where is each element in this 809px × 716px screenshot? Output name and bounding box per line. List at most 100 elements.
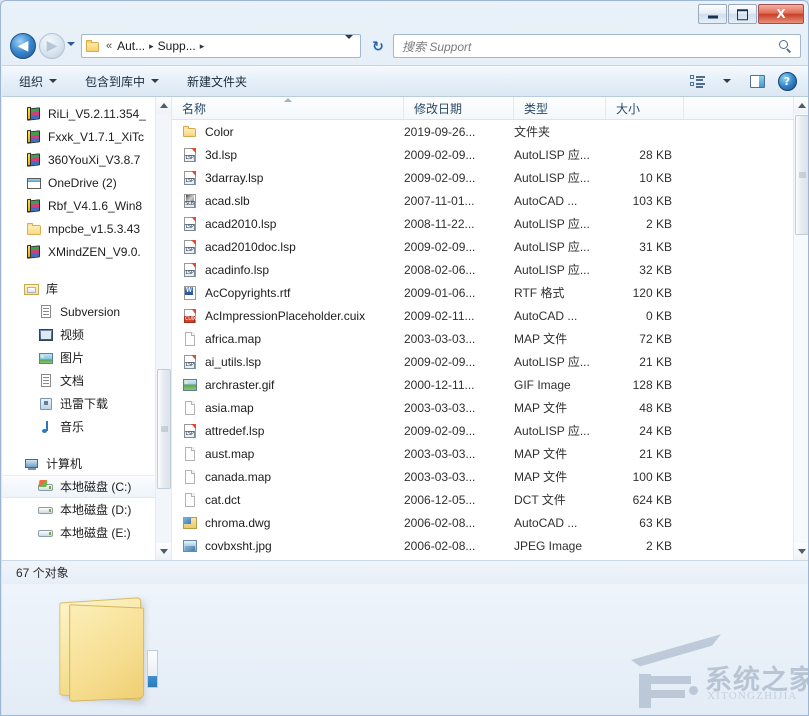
file-name-cell: LSP3darray.lsp (172, 170, 404, 186)
table-row[interactable]: chroma.dwg2006-02-08...AutoCAD ...63 KB (172, 511, 793, 534)
sidebar-item-d[interactable]: 本地磁盘 (D:) (2, 498, 157, 521)
table-row[interactable]: LSPacadinfo.lsp2008-02-06...AutoLISP 应..… (172, 258, 793, 281)
table-row[interactable]: LSPattredef.lsp2009-02-09...AutoLISP 应..… (172, 419, 793, 442)
sidebar-item-rbf-v4-1-6-win8[interactable]: Rbf_V4.1.6_Win8 (2, 194, 157, 217)
sidebar-item-360youxi-v3-8-7[interactable]: 360YouXi_V3.8.7 (2, 148, 157, 171)
minimize-button[interactable] (698, 4, 727, 24)
breadcrumb-chevron-1[interactable]: ▸ (198, 41, 207, 52)
lsp-file-icon: LSP (182, 354, 198, 370)
file-size-cell: 103 KB (606, 194, 684, 208)
refresh-button[interactable]: ↻ (367, 35, 389, 57)
video-icon (38, 327, 54, 343)
scroll-up-button[interactable] (794, 97, 809, 114)
sidebar-item-[interactable]: 迅雷下载 (2, 392, 157, 415)
back-button[interactable]: ◀ (10, 33, 36, 59)
table-row[interactable]: WAcCopyrights.rtf2009-01-06...RTF 格式120 … (172, 281, 793, 304)
dwg-file-icon (182, 515, 198, 531)
column-header-name[interactable]: 名称 (172, 97, 404, 119)
site-watermark: 系统之家 XITONGZHIJIA (631, 652, 801, 714)
breadcrumb-overflow-icon[interactable]: « (103, 41, 115, 52)
file-name-cell: asia.map (172, 400, 404, 416)
table-row[interactable]: LSP3d.lsp2009-02-09...AutoLISP 应...28 KB (172, 143, 793, 166)
column-header-type[interactable]: 类型 (514, 97, 606, 119)
scroll-down-button[interactable] (156, 543, 172, 560)
scroll-up-button[interactable] (156, 97, 172, 114)
page-file-icon (182, 492, 198, 508)
scrollbar-thumb[interactable] (795, 115, 809, 235)
help-button[interactable]: ? (773, 68, 801, 94)
file-name-label: acad2010doc.lsp (205, 240, 296, 254)
column-header-date[interactable]: 修改日期 (404, 97, 514, 119)
table-row[interactable]: Color2019-09-26...文件夹 (172, 120, 793, 143)
close-button[interactable]: X (758, 4, 804, 24)
table-row[interactable]: asia.map2003-03-03...MAP 文件48 KB (172, 396, 793, 419)
file-type-cell: AutoCAD ... (514, 309, 606, 323)
include-in-library-button[interactable]: 包含到库中 (74, 68, 170, 94)
table-row[interactable]: africa.map2003-03-03...MAP 文件72 KB (172, 327, 793, 350)
lsp-file-icon: LSP (182, 216, 198, 232)
navigation-pane-scrollbar[interactable] (155, 97, 171, 560)
table-row[interactable]: canada.map2003-03-03...MAP 文件100 KB (172, 465, 793, 488)
scrollbar-thumb[interactable] (157, 369, 171, 489)
sidebar-item-[interactable]: 音乐 (2, 415, 157, 438)
file-name-cell: LSPacad2010.lsp (172, 216, 404, 232)
sidebar-item-xmindzen-v9-0[interactable]: XMindZEN_V9.0. (2, 240, 157, 263)
view-dropdown-button[interactable] (713, 68, 741, 94)
table-row[interactable]: covbxsht.jpg2006-02-08...JPEG Image2 KB (172, 534, 793, 557)
search-input[interactable]: 搜索 Support (394, 38, 471, 55)
file-name-cell: LSPattredef.lsp (172, 423, 404, 439)
scroll-down-button[interactable] (794, 543, 809, 560)
sidebar-item-rili-v5-2-11-354[interactable]: RiLi_V5.2.11.354_ (2, 102, 157, 125)
breadcrumb-chevron-0[interactable]: ▸ (147, 41, 156, 52)
search-box[interactable]: 搜索 Support (393, 34, 801, 58)
breadcrumb-item-1[interactable]: Supp... (156, 38, 198, 54)
sidebar-item-[interactable]: 视频 (2, 323, 157, 346)
file-list-scrollbar[interactable] (793, 97, 809, 560)
table-row[interactable]: LSP3darray.lsp2009-02-09...AutoLISP 应...… (172, 166, 793, 189)
file-name-label: 3darray.lsp (205, 171, 263, 185)
file-size-cell: 63 KB (606, 516, 684, 530)
sidebar-item-onedrive-2[interactable]: OneDrive (2) (2, 171, 157, 194)
command-bar: 组织 包含到库中 新建文件夹 ? (2, 65, 809, 97)
nav-group-separator (2, 438, 157, 452)
table-row[interactable]: aust.map2003-03-03...MAP 文件21 KB (172, 442, 793, 465)
file-type-badge: LSP (184, 270, 195, 277)
table-row[interactable]: SLBacad.slb2007-11-01...AutoCAD ...103 K… (172, 189, 793, 212)
sidebar-item-fxxk-v1-7-1-xitc[interactable]: Fxxk_V1.7.1_XiTc (2, 125, 157, 148)
sidebar-item-subversion[interactable]: Subversion (2, 300, 157, 323)
recent-pages-dropdown[interactable] (67, 42, 77, 50)
nav-group-header-2[interactable]: 计算机 (2, 452, 157, 475)
sidebar-item-[interactable]: 图片 (2, 346, 157, 369)
organize-button[interactable]: 组织 (8, 68, 68, 94)
navigation-tree: RiLi_V5.2.11.354_Fxxk_V1.7.1_XiTc360YouX… (2, 102, 157, 544)
address-bar[interactable]: « Aut... ▸ Supp... ▸ (81, 34, 361, 58)
nav-group-header-1[interactable]: 库 (2, 277, 157, 300)
sidebar-item-c[interactable]: 本地磁盘 (C:) (2, 475, 157, 498)
address-dropdown-button[interactable] (345, 39, 353, 53)
sidebar-item-[interactable]: 文档 (2, 369, 157, 392)
breadcrumb-item-0[interactable]: Aut... (115, 38, 147, 54)
file-type-badge: SLB (184, 201, 195, 208)
table-row[interactable]: CUIXAcImpressionPlaceholder.cuix2009-02-… (172, 304, 793, 327)
view-list-icon (690, 75, 705, 87)
table-row[interactable]: cat.dct2006-12-05...DCT 文件624 KB (172, 488, 793, 511)
sidebar-item-e[interactable]: 本地磁盘 (E:) (2, 521, 157, 544)
new-folder-button[interactable]: 新建文件夹 (176, 68, 258, 94)
maximize-button[interactable] (728, 4, 757, 24)
preview-pane-button[interactable] (743, 68, 771, 94)
column-header-filler (684, 97, 809, 119)
file-name-label: AcImpressionPlaceholder.cuix (205, 309, 365, 323)
change-view-button[interactable] (683, 68, 711, 94)
table-row[interactable]: LSPai_utils.lsp2009-02-09...AutoLISP 应..… (172, 350, 793, 373)
table-row[interactable]: archraster.gif2000-12-11...GIF Image128 … (172, 373, 793, 396)
file-name-label: AcCopyrights.rtf (205, 286, 290, 300)
sidebar-item-mpcbe-v1-5-3-43[interactable]: mpcbe_v1.5.3.43 (2, 217, 157, 240)
file-name-label: chroma.dwg (205, 516, 270, 530)
system-drive-icon (38, 479, 54, 495)
table-row[interactable]: LSPacad2010doc.lsp2009-02-09...AutoLISP … (172, 235, 793, 258)
column-header-size[interactable]: 大小 (606, 97, 684, 119)
slb-file-icon: SLB (182, 193, 198, 209)
table-row[interactable]: LSPacad2010.lsp2008-11-22...AutoLISP 应..… (172, 212, 793, 235)
forward-button[interactable]: ▶ (39, 33, 65, 59)
jpg-file-icon (182, 538, 198, 554)
